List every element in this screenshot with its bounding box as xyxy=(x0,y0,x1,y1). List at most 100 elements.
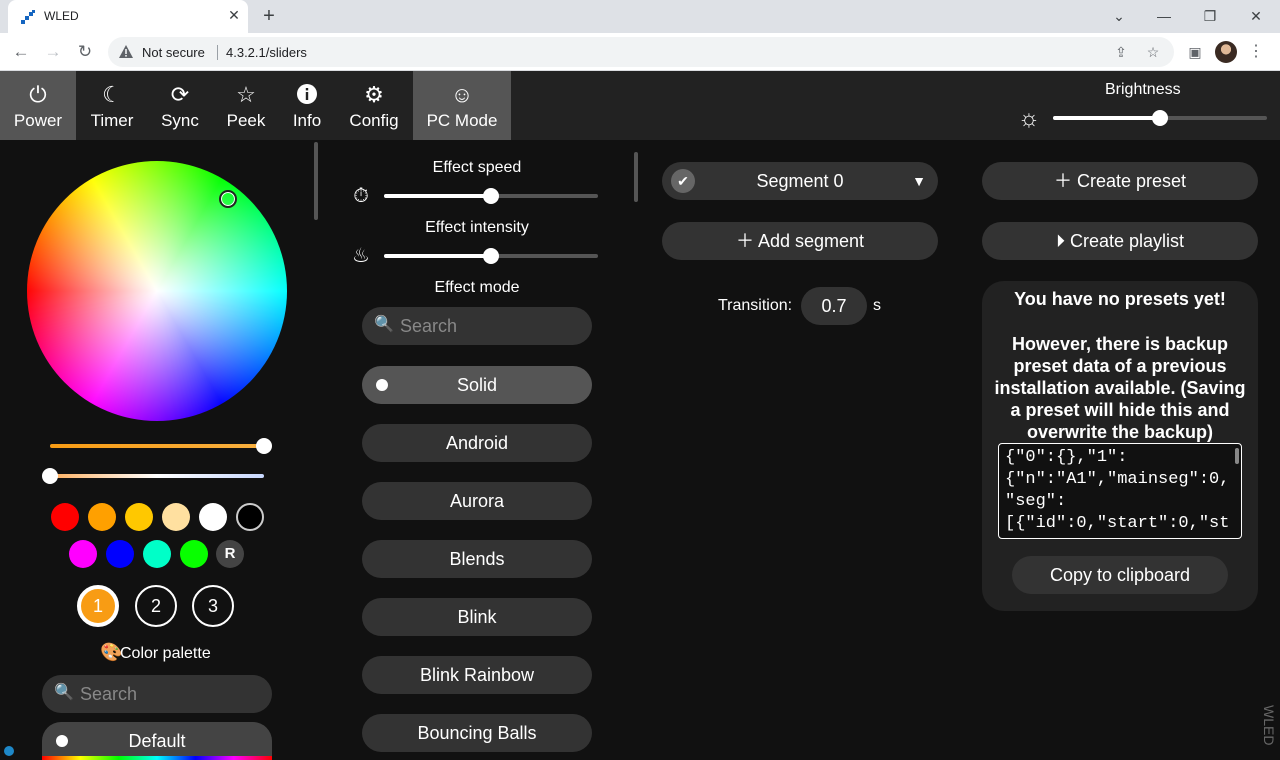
effect-search[interactable]: 🔍 xyxy=(362,307,592,345)
reload-icon[interactable]: ↻ xyxy=(72,39,98,65)
quick-color-swatch[interactable] xyxy=(143,540,171,568)
quick-color-swatch[interactable] xyxy=(51,503,79,531)
color-slot-1[interactable]: 1 xyxy=(77,585,119,627)
palette-item-default[interactable]: Default xyxy=(42,722,272,760)
menu-kebab-icon[interactable]: ⋮ xyxy=(1246,39,1266,65)
quick-color-swatch[interactable] xyxy=(88,503,116,531)
browser-toolbar: ← → ↻ Not secure 4.3.2.1/sliders ⇪ ☆ ▣ ⋮ xyxy=(0,33,1280,71)
effect-item[interactable]: Android xyxy=(362,424,592,462)
config-button[interactable]: ⚙ Config xyxy=(342,71,406,140)
effect-item[interactable]: Blink xyxy=(362,598,592,636)
address-bar[interactable]: Not secure 4.3.2.1/sliders ⇪ ☆ xyxy=(108,37,1174,67)
palette-gradient-preview xyxy=(42,756,272,760)
color-intensity-track xyxy=(50,444,264,448)
transition-unit: s xyxy=(873,297,881,314)
power-label: Power xyxy=(13,111,63,130)
gear-icon: ⚙ xyxy=(364,82,384,107)
effect-search-input[interactable] xyxy=(400,313,580,339)
white-balance-track xyxy=(50,474,264,478)
brightness-slider[interactable] xyxy=(1053,110,1267,126)
pc-mode-label: PC Mode xyxy=(426,111,498,130)
transition-label: Transition: xyxy=(718,297,793,314)
chevron-down-icon[interactable]: ▼ xyxy=(912,162,926,200)
color-slot-2[interactable]: 2 xyxy=(135,585,177,627)
quick-color-swatch[interactable] xyxy=(162,503,190,531)
white-balance-slider[interactable] xyxy=(42,468,264,484)
segment-0-header[interactable]: ✔ Segment 0 ▼ xyxy=(662,162,938,200)
restore-icon[interactable]: ❐ xyxy=(1196,4,1224,28)
sync-button[interactable]: ⟳ Sync xyxy=(152,71,208,140)
back-icon[interactable]: ← xyxy=(8,39,34,65)
effects-column-scrollbar[interactable] xyxy=(634,152,638,202)
quick-color-swatch[interactable] xyxy=(106,540,134,568)
effect-intensity-thumb[interactable] xyxy=(483,248,499,264)
create-preset-button[interactable]: ＋ Create preset xyxy=(982,162,1258,200)
info-button[interactable]: Info xyxy=(282,71,332,140)
pc-mode-button[interactable]: ☺ PC Mode xyxy=(413,71,511,140)
tab-close-icon[interactable]: ✕ xyxy=(226,7,242,23)
forward-icon[interactable]: → xyxy=(40,39,66,65)
share-icon[interactable]: ⇪ xyxy=(1112,43,1130,61)
security-label[interactable]: Not secure xyxy=(142,45,205,60)
browser-tab[interactable]: WLED ✕ xyxy=(8,0,248,33)
color-column-scrollbar[interactable] xyxy=(314,142,318,220)
search-icon: 🔍 xyxy=(374,316,394,333)
power-button[interactable]: ⏻ Power xyxy=(0,71,76,140)
quick-color-swatch[interactable] xyxy=(69,540,97,568)
white-balance-thumb[interactable] xyxy=(42,468,58,484)
new-tab-button[interactable]: + xyxy=(258,5,280,27)
segment-checkbox-icon[interactable]: ✔ xyxy=(671,169,695,193)
quick-color-swatch[interactable] xyxy=(180,540,208,568)
backup-scrollbar[interactable] xyxy=(1235,448,1239,464)
color-slot-3[interactable]: 3 xyxy=(192,585,234,627)
effect-item-label: Android xyxy=(445,433,509,453)
browser-tabstrip: WLED ✕ + ⌄ — ❐ ✕ xyxy=(0,0,1280,33)
palette-search[interactable]: 🔍 xyxy=(42,675,272,713)
effect-item-label: Solid xyxy=(456,375,498,395)
create-playlist-button[interactable]: ⏵ Create playlist xyxy=(982,222,1258,260)
transition-input[interactable] xyxy=(801,287,867,325)
search-icon: 🔍 xyxy=(54,684,74,701)
quick-color-swatch[interactable] xyxy=(125,503,153,531)
bookmark-star-icon[interactable]: ☆ xyxy=(1144,43,1162,61)
effect-item[interactable]: Blink Rainbow xyxy=(362,656,592,694)
minimize-icon[interactable]: — xyxy=(1150,4,1178,28)
main-content: R 1 2 3 🎨Color palette 🔍 Default Effect … xyxy=(0,140,1280,760)
palette-search-input[interactable] xyxy=(80,681,260,707)
quick-color-swatch[interactable] xyxy=(236,503,264,531)
timer-button[interactable]: ☾ Timer xyxy=(84,71,140,140)
side-panel-icon[interactable]: ▣ xyxy=(1182,39,1208,65)
random-color-button[interactable]: R xyxy=(216,540,244,568)
smiley-icon: ☺ xyxy=(450,82,474,107)
url-text[interactable]: 4.3.2.1/sliders xyxy=(226,45,307,60)
effect-speed-slider[interactable] xyxy=(384,188,598,204)
info-icon xyxy=(282,83,332,107)
window-close-icon[interactable]: ✕ xyxy=(1242,4,1270,28)
color-intensity-slider[interactable] xyxy=(50,438,272,454)
star-icon: ☆ xyxy=(236,82,256,107)
effect-item[interactable]: Solid xyxy=(362,366,592,404)
tab-search-icon[interactable]: ⌄ xyxy=(1105,4,1133,28)
profile-avatar[interactable] xyxy=(1215,41,1237,63)
brightness-thumb[interactable] xyxy=(1152,110,1168,126)
effect-item-label: Blends xyxy=(449,549,505,569)
sync-label: Sync xyxy=(161,111,199,130)
effect-item[interactable]: Bouncing Balls xyxy=(362,714,592,752)
effect-intensity-label: Effect intensity xyxy=(425,219,529,236)
effect-item[interactable]: Aurora xyxy=(362,482,592,520)
effect-item[interactable]: Blends xyxy=(362,540,592,578)
color-intensity-thumb[interactable] xyxy=(256,438,272,454)
copy-to-clipboard-button[interactable]: Copy to clipboard xyxy=(1012,556,1228,594)
tab-title: WLED xyxy=(44,9,79,23)
color-wheel-handle[interactable] xyxy=(219,190,237,208)
effect-speed-thumb[interactable] xyxy=(483,188,499,204)
quick-color-swatch[interactable] xyxy=(199,503,227,531)
peek-label: Peek xyxy=(226,111,266,130)
wled-watermark: WLED xyxy=(1261,705,1277,746)
color-wheel[interactable] xyxy=(27,161,287,421)
effect-intensity-slider[interactable] xyxy=(384,248,598,264)
presets-backup-textarea[interactable]: {"0":{},"1":{"n":"A1","mainseg":0,"seg":… xyxy=(998,443,1242,539)
add-segment-button[interactable]: ＋ Add segment xyxy=(662,222,938,260)
peek-button[interactable]: ☆ Peek xyxy=(218,71,274,140)
timer-label: Timer xyxy=(90,111,134,130)
